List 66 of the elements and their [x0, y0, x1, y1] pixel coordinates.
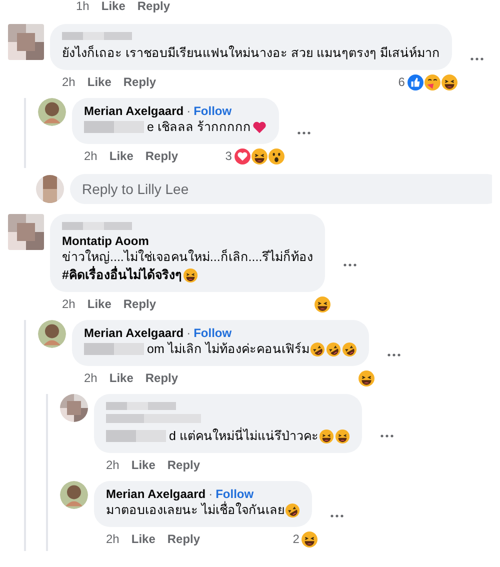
blurred-avatar[interactable]: [60, 394, 88, 422]
comment-text: e เชิลลล ร้ากกกกก: [147, 119, 251, 136]
reply-link[interactable]: Reply: [123, 75, 156, 89]
separator-dot: ·: [208, 487, 213, 501]
reply-link[interactable]: Reply: [145, 371, 178, 385]
comment-text: ข่าวใหญ่....ไม่ใช่เจอคนใหม่...ก็เลิก....รึไม่ก็ท้อง: [62, 248, 314, 266]
follow-link[interactable]: Follow: [194, 326, 232, 340]
separator-dot: ·: [186, 326, 191, 340]
laughing-face-icon: [314, 296, 332, 312]
avatar[interactable]: [38, 320, 66, 348]
like-link[interactable]: Like: [101, 0, 126, 13]
comment-text: ยังไงก็เถอะ เราชอบมีเรียนแฟนใหม่นางอะ สวย แมนๆตรงๆ มีเสน่ห์มาก: [62, 44, 440, 62]
reply-link[interactable]: Reply: [167, 532, 200, 546]
reaction-count[interactable]: 2: [292, 532, 300, 546]
hugging-face-icon: [424, 74, 441, 90]
reply-link[interactable]: Reply: [123, 297, 156, 311]
like-link[interactable]: Like: [109, 149, 134, 163]
reply-link[interactable]: Reply: [167, 458, 200, 472]
heart-icon: [252, 120, 267, 134]
reply-field[interactable]: Reply to Lilly Lee: [70, 174, 492, 204]
laughing-face-icon: [319, 428, 334, 444]
surprised-face-icon: [268, 148, 285, 164]
tilted-laughing-face-icon: [310, 342, 326, 356]
laughing-face-icon: [358, 370, 376, 386]
comment-text: d แต่คนใหม่นี่ไม่แน่รึป่าวคะ: [169, 427, 318, 445]
like-link[interactable]: Like: [87, 75, 112, 89]
timestamp[interactable]: 2h: [62, 297, 76, 311]
reaction-count[interactable]: 3: [225, 149, 232, 163]
laughing-face-icon: [440, 74, 458, 90]
follow-link[interactable]: Follow: [194, 104, 232, 118]
avatar[interactable]: [60, 481, 88, 509]
like-link[interactable]: Like: [87, 297, 112, 311]
timestamp[interactable]: 1h: [76, 0, 90, 13]
comment-text: มาตอบเองเลยนะ ไม่เชื่อใจกันเลย: [106, 501, 284, 519]
avatar[interactable]: [38, 98, 66, 126]
timestamp[interactable]: 2h: [84, 371, 98, 385]
author-name[interactable]: Merian Axelgaard: [84, 326, 184, 340]
tilted-laughing-face-icon: [342, 342, 358, 356]
tilted-laughing-face-icon: [285, 502, 300, 518]
blurred-avatar[interactable]: [8, 24, 44, 60]
reply-link[interactable]: Reply: [137, 0, 170, 13]
author-name[interactable]: Montatip Aoom: [62, 234, 149, 248]
laughing-face-icon: [182, 268, 198, 282]
reaction-count[interactable]: 6: [398, 75, 405, 89]
timestamp[interactable]: 2h: [106, 532, 120, 546]
separator-dot: ·: [186, 104, 191, 118]
heart-reaction-icon: [234, 148, 251, 164]
blurred-avatar[interactable]: [8, 214, 44, 250]
author-name[interactable]: Merian Axelgaard: [84, 104, 184, 118]
follow-link[interactable]: Follow: [216, 487, 254, 501]
timestamp[interactable]: 2h: [62, 75, 76, 89]
laughing-face-icon: [301, 530, 318, 548]
thumbs-up-icon: [406, 74, 424, 90]
comment-text: #คิดเรื่องอื่นไม่ได้จริงๆ: [62, 266, 182, 284]
timestamp[interactable]: 2h: [106, 458, 120, 472]
timestamp[interactable]: 2h: [84, 149, 98, 163]
author-name[interactable]: Merian Axelgaard: [106, 487, 206, 501]
laughing-face-icon: [250, 148, 268, 164]
comment-text: om ไม่เลิก ไม่ท้องค่ะคอนเฟิร์ม: [147, 340, 310, 358]
like-link[interactable]: Like: [131, 532, 156, 546]
like-link[interactable]: Like: [131, 458, 156, 472]
tilted-laughing-face-icon: [326, 342, 342, 356]
like-link[interactable]: Like: [109, 371, 134, 385]
reply-link[interactable]: Reply: [145, 149, 178, 163]
blurred-avatar: [36, 175, 64, 203]
laughing-face-icon: [335, 428, 350, 444]
